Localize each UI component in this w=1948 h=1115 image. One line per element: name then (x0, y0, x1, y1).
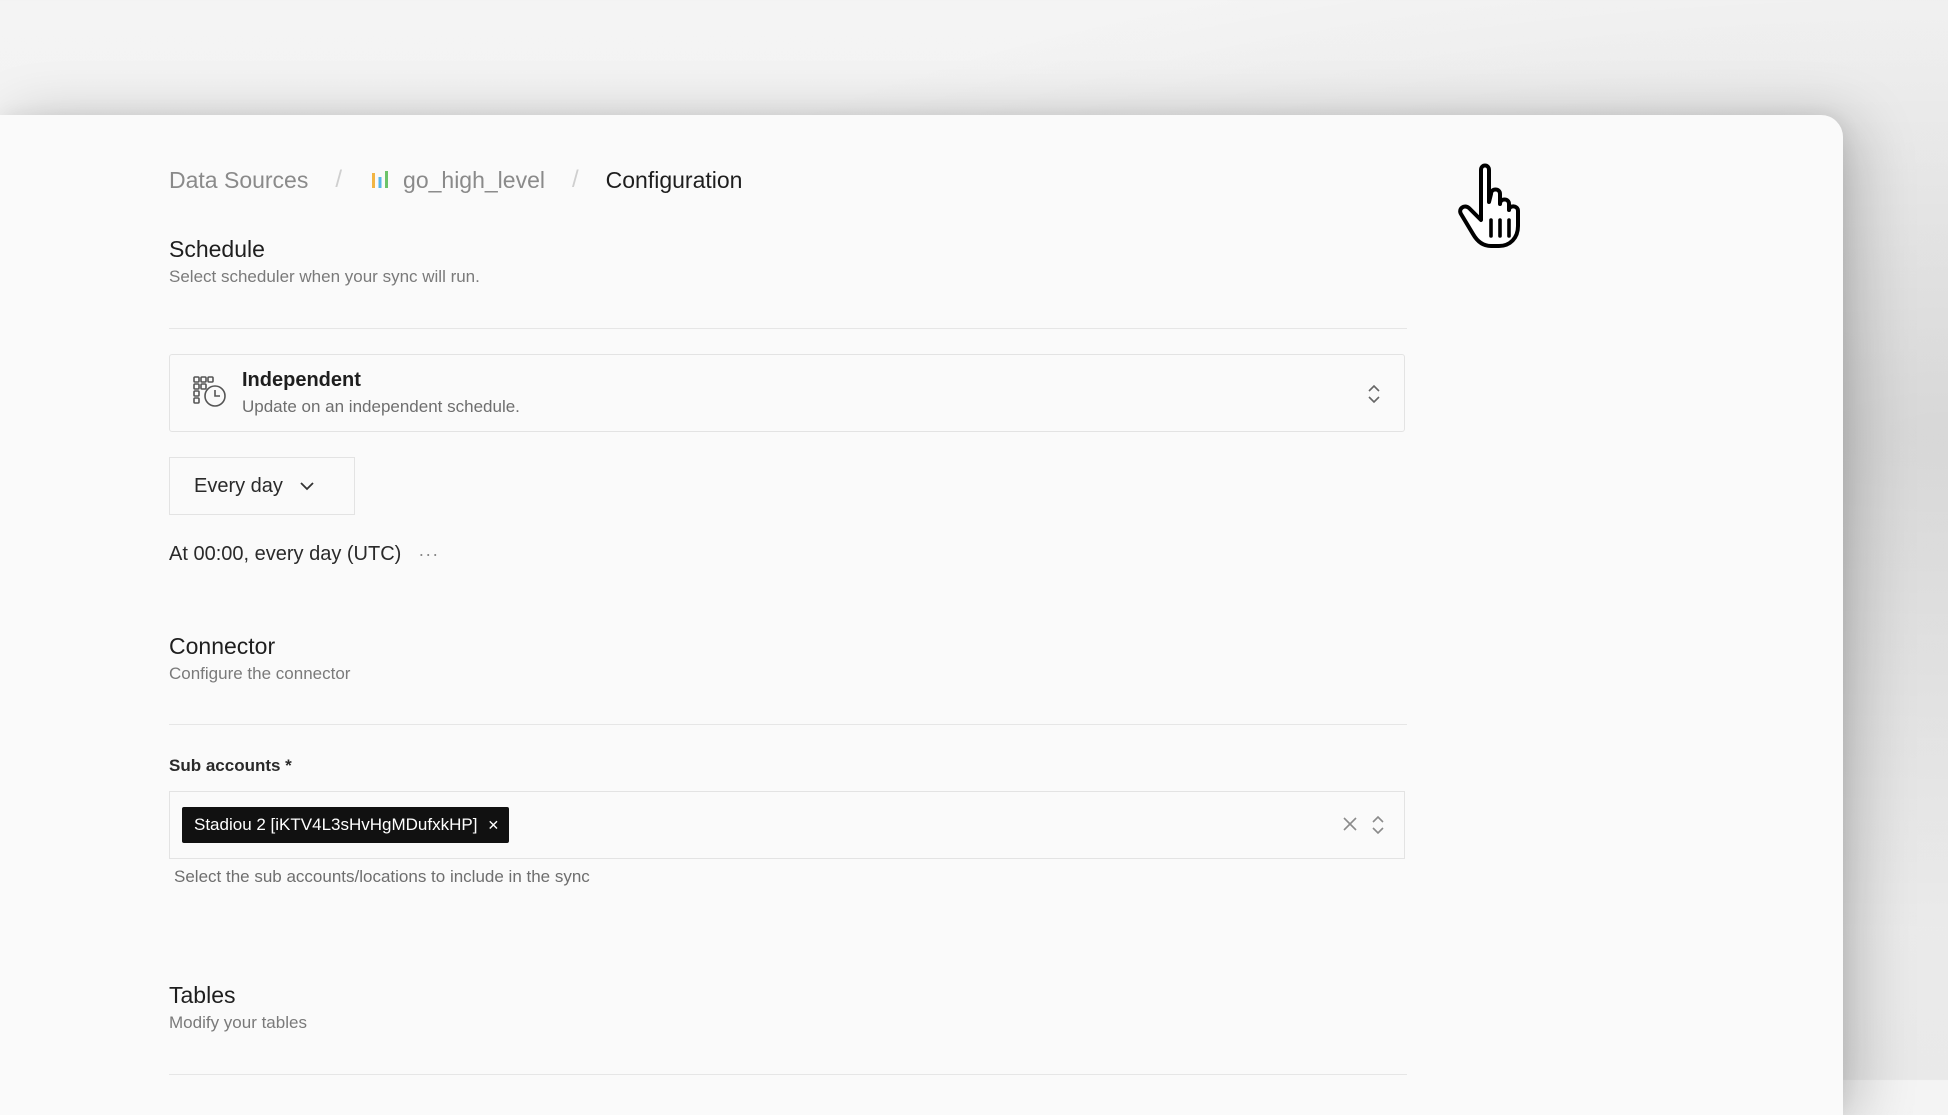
tables-description: Modify your tables (169, 1013, 307, 1032)
chevron-up-down-icon (1368, 384, 1380, 404)
chip-remove-icon[interactable]: ✕ (487, 817, 499, 834)
app-window: Data Sources / go_high_level / Configura… (0, 115, 1843, 1115)
chevron-up-down-icon[interactable] (1370, 814, 1386, 836)
breadcrumb-data-sources[interactable]: Data Sources (169, 167, 308, 194)
sub-accounts-help: Select the sub accounts/locations to inc… (174, 867, 590, 886)
hand-pointer-cursor (1458, 163, 1520, 248)
frequency-dropdown[interactable]: Every day (169, 457, 355, 515)
breadcrumb: Data Sources / go_high_level / Configura… (169, 165, 742, 195)
frequency-label: Every day (194, 474, 283, 497)
breadcrumb-source[interactable]: go_high_level (369, 167, 545, 194)
breadcrumb-separator: / (335, 166, 343, 193)
cron-description: At 00:00, every day (UTC) ··· (169, 543, 439, 566)
schedule-selected-description: Update on an independent schedule. (242, 397, 520, 416)
tables-title: Tables (169, 982, 236, 1008)
connector-title: Connector (169, 633, 276, 659)
more-options-icon[interactable]: ··· (418, 544, 439, 565)
schedule-title: Schedule (169, 236, 265, 262)
cron-text: At 00:00, every day (UTC) (169, 543, 402, 565)
sub-accounts-label: Sub accounts * (169, 756, 292, 775)
schedule-selected-name: Independent (242, 369, 361, 391)
schedule-description: Select scheduler when your sync will run… (169, 267, 480, 286)
tables-divider (169, 1074, 1407, 1075)
sub-accounts-select[interactable]: Stadiou 2 [iKTV4L3sHvHgMDufxkHP] ✕ (169, 791, 1405, 859)
connector-description: Configure the connector (169, 664, 351, 683)
breadcrumb-current: Configuration (605, 166, 743, 193)
selected-account-chip: Stadiou 2 [iKTV4L3sHvHgMDufxkHP] ✕ (182, 807, 510, 843)
breadcrumb-source-label: go_high_level (403, 166, 545, 193)
close-icon[interactable] (1342, 816, 1358, 832)
chevron-down-icon (300, 482, 314, 491)
schedule-divider (169, 328, 1407, 329)
connector-divider (169, 724, 1407, 725)
bar-chart-icon (372, 171, 389, 188)
chip-label: Stadiou 2 [iKTV4L3sHvHgMDufxkHP] (194, 815, 478, 834)
schedule-type-select[interactable]: Independent Update on an independent sch… (169, 354, 1405, 432)
breadcrumb-separator: / (571, 166, 579, 193)
calendar-clock-icon (193, 376, 226, 407)
